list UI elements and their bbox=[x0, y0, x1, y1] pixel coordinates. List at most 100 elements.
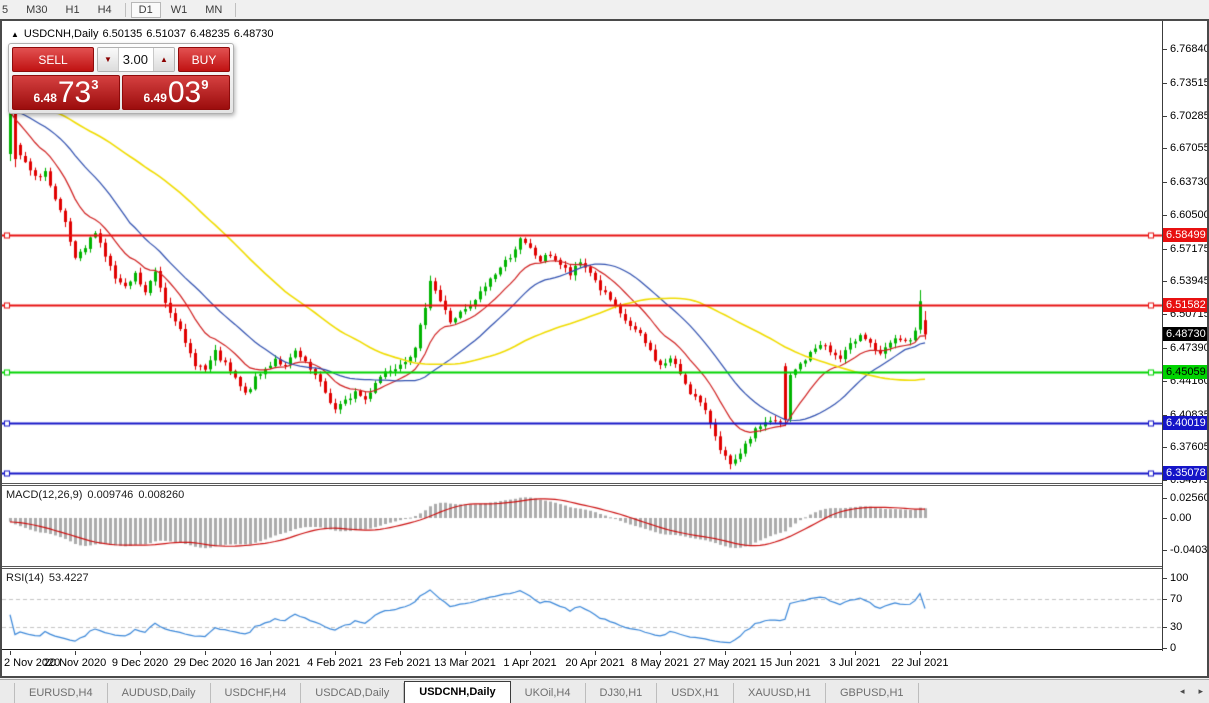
chart-ohlc-header: ▲USDCNH,Daily6.501356.510376.482356.4873… bbox=[11, 28, 278, 40]
chart-tab-gbpusd[interactable]: GBPUSD,H1 bbox=[826, 683, 919, 703]
bar-low: 6.48235 bbox=[190, 28, 230, 40]
buy-price-pip: 9 bbox=[201, 77, 208, 92]
buy-price-big: 03 bbox=[168, 78, 201, 108]
axis-tick-mark bbox=[1163, 518, 1167, 519]
axis-tick-mark bbox=[1163, 648, 1167, 649]
price-axis-label: 6.53945 bbox=[1170, 275, 1207, 287]
level-price-label: 6.35078 bbox=[1163, 466, 1207, 480]
sell-price-pip: 3 bbox=[91, 77, 98, 92]
date-axis-label: 20 Nov 2020 bbox=[44, 657, 106, 669]
macd-indicator-label: MACD(12,26,9)0.0097460.008260 bbox=[6, 489, 189, 501]
date-axis-label: 8 May 2021 bbox=[631, 657, 688, 669]
date-tick-mark bbox=[725, 651, 726, 655]
axis-tick-mark bbox=[1163, 182, 1167, 183]
date-tick-mark bbox=[75, 651, 76, 655]
chart-tab-usdx[interactable]: USDX,H1 bbox=[657, 683, 734, 703]
date-tick-mark bbox=[855, 651, 856, 655]
axis-tick-mark bbox=[1163, 148, 1167, 149]
volume-decrease-icon[interactable]: ▼ bbox=[98, 48, 119, 71]
axis-tick-mark bbox=[1163, 381, 1167, 382]
current-price-label: 6.48730 bbox=[1163, 327, 1207, 341]
buy-price-button[interactable]: 6.49 03 9 bbox=[122, 75, 230, 110]
rsi-name: RSI(14) bbox=[6, 572, 44, 584]
price-axis-label: 6.37605 bbox=[1170, 441, 1207, 453]
timeframe-button-h4[interactable]: H4 bbox=[90, 2, 120, 18]
date-tick-mark bbox=[790, 651, 791, 655]
axis-tick-mark bbox=[1163, 550, 1167, 551]
date-tick-mark bbox=[920, 651, 921, 655]
price-axis[interactable]: 6.768406.735156.702856.670556.637306.605… bbox=[1163, 21, 1207, 651]
date-tick-mark bbox=[140, 651, 141, 655]
timeframe-button-mn[interactable]: MN bbox=[197, 2, 230, 18]
axis-tick-mark bbox=[1163, 215, 1167, 216]
date-axis[interactable]: 2 Nov 202020 Nov 20209 Dec 202029 Dec 20… bbox=[2, 651, 1207, 676]
rsi-axis-label: 100 bbox=[1170, 572, 1188, 584]
axis-tick-mark bbox=[1163, 578, 1167, 579]
chart-window: ▲USDCNH,Daily6.501356.510376.482356.4873… bbox=[0, 19, 1209, 678]
date-tick-mark bbox=[660, 651, 661, 655]
date-tick-mark bbox=[270, 651, 271, 655]
tab-scroll-right-icon[interactable]: ▸ bbox=[1198, 686, 1203, 697]
date-tick-mark bbox=[530, 651, 531, 655]
date-axis-label: 13 Mar 2021 bbox=[434, 657, 496, 669]
price-axis-label: 6.57175 bbox=[1170, 243, 1207, 255]
macd-axis-label: 0.025609 bbox=[1170, 492, 1207, 504]
rsi-chart-canvas[interactable] bbox=[2, 569, 1162, 649]
axis-tick-mark bbox=[1163, 480, 1167, 481]
bar-high: 6.51037 bbox=[146, 28, 186, 40]
timeframe-button-d1[interactable]: D1 bbox=[131, 2, 161, 18]
axis-tick-mark bbox=[1163, 116, 1167, 117]
sell-price-button[interactable]: 6.48 73 3 bbox=[12, 75, 120, 110]
chart-tab-dj30[interactable]: DJ30,H1 bbox=[586, 683, 658, 703]
level-price-label: 6.45059 bbox=[1163, 365, 1207, 379]
bar-open: 6.50135 bbox=[102, 28, 142, 40]
axis-tick-mark bbox=[1163, 599, 1167, 600]
sell-price-prefix: 6.48 bbox=[34, 91, 57, 105]
macd-axis-label: -0.040388 bbox=[1170, 544, 1207, 556]
timeframe-button-5[interactable]: 5 bbox=[0, 2, 16, 18]
volume-spinner: ▼ 3.00 ▲ bbox=[97, 47, 175, 72]
chart-tab-bar: EURUSD,H4AUDUSD,DailyUSDCHF,H4USDCAD,Dai… bbox=[0, 679, 1209, 703]
chart-tab-eurusd[interactable]: EURUSD,H4 bbox=[14, 683, 108, 703]
volume-increase-icon[interactable]: ▲ bbox=[153, 48, 174, 71]
tab-scroll-left-icon[interactable]: ◂ bbox=[1180, 686, 1185, 697]
date-axis-label: 1 Apr 2021 bbox=[503, 657, 556, 669]
volume-input[interactable]: 3.00 bbox=[119, 48, 153, 71]
date-axis-label: 29 Dec 2020 bbox=[174, 657, 236, 669]
tab-scroll-buttons: ◂ ▸ bbox=[1180, 686, 1203, 697]
sell-button[interactable]: SELL bbox=[12, 47, 94, 72]
timeframe-button-m30[interactable]: M30 bbox=[18, 2, 55, 18]
toolbar-separator bbox=[125, 3, 126, 17]
date-axis-label: 15 Jun 2021 bbox=[760, 657, 821, 669]
chart-tab-xauusd[interactable]: XAUUSD,H1 bbox=[734, 683, 826, 703]
rsi-value: 53.4227 bbox=[49, 572, 89, 584]
rsi-indicator-label: RSI(14) 53.4227 bbox=[6, 572, 94, 584]
rsi-axis-label: 70 bbox=[1170, 593, 1182, 605]
collapse-icon[interactable]: ▲ bbox=[11, 30, 19, 39]
chart-tab-usdcad[interactable]: USDCAD,Daily bbox=[301, 683, 404, 703]
price-axis-label: 6.73515 bbox=[1170, 77, 1207, 89]
buy-button[interactable]: BUY bbox=[178, 47, 230, 72]
date-axis-label: 23 Feb 2021 bbox=[369, 657, 431, 669]
chart-tab-usdchf[interactable]: USDCHF,H4 bbox=[211, 683, 302, 703]
bar-close: 6.48730 bbox=[234, 28, 274, 40]
price-axis-label: 6.67055 bbox=[1170, 142, 1207, 154]
date-tick-mark bbox=[10, 651, 11, 655]
level-price-label: 6.40019 bbox=[1163, 416, 1207, 430]
macd-name: MACD(12,26,9) bbox=[6, 489, 82, 501]
chart-tab-audusd[interactable]: AUDUSD,Daily bbox=[108, 683, 211, 703]
chart-tab-usdcnh[interactable]: USDCNH,Daily bbox=[404, 681, 510, 703]
chart-tab-ukoil[interactable]: UKOil,H4 bbox=[511, 683, 586, 703]
rsi-axis-label: 30 bbox=[1170, 621, 1182, 633]
date-axis-label: 22 Jul 2021 bbox=[892, 657, 949, 669]
axis-tick-mark bbox=[1163, 498, 1167, 499]
timeframe-button-h1[interactable]: H1 bbox=[58, 2, 88, 18]
timeframe-button-w1[interactable]: W1 bbox=[163, 2, 196, 18]
axis-tick-mark bbox=[1163, 447, 1167, 448]
axis-tick-mark bbox=[1163, 249, 1167, 250]
axis-tick-mark bbox=[1163, 49, 1167, 50]
timeframe-toolbar: 5M30H1H4 D1W1MN bbox=[0, 0, 1209, 20]
date-tick-mark bbox=[465, 651, 466, 655]
date-tick-mark bbox=[595, 651, 596, 655]
level-price-label: 6.58499 bbox=[1163, 228, 1207, 242]
